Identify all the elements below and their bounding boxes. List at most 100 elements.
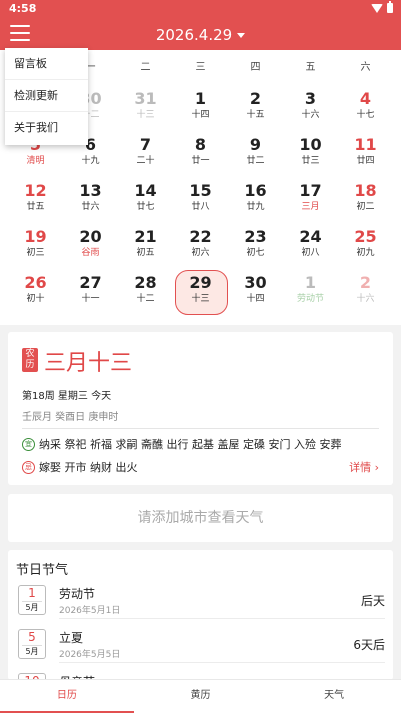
lunar-day: 十一 [81, 294, 100, 304]
day-number: 30 [244, 273, 267, 292]
festival-item[interactable]: 5 5月 立夏 2026年5月5日 6天后 [8, 626, 393, 663]
day-cell[interactable]: 10 廿三 [283, 131, 338, 177]
festival-day: 1 [28, 586, 36, 600]
festival-item[interactable]: 1 5月 劳动节 2026年5月1日 后天 [8, 582, 393, 619]
day-number: 18 [354, 181, 377, 200]
tab-weather[interactable]: 天气 [267, 680, 401, 713]
festival-section-title: 节日节气 [16, 563, 69, 578]
day-cell[interactable]: 18 初二 [338, 177, 393, 223]
add-city-weather[interactable]: 请添加城市查看天气 [8, 494, 393, 542]
lunar-day: 十九 [81, 156, 100, 166]
day-number: 25 [354, 227, 377, 246]
festival-date-box: 1 5月 [18, 585, 46, 615]
lunar-day: 劳动节 [296, 294, 324, 304]
lunar-day: 廿一 [191, 156, 210, 166]
day-number: 21 [134, 227, 157, 246]
day-cell[interactable]: 14 廿七 [118, 177, 173, 223]
day-number: 2 [359, 273, 372, 292]
overflow-menu: 留言板 检测更新 关于我们 [5, 48, 88, 145]
lunar-day: 十六 [356, 294, 375, 304]
day-cell[interactable]: 24 初八 [283, 223, 338, 269]
day-cell[interactable]: 23 初七 [228, 223, 283, 269]
day-cell[interactable]: 1 十四 [173, 85, 228, 131]
menu-item-about[interactable]: 关于我们 [5, 112, 88, 144]
day-cell[interactable]: 25 初九 [338, 223, 393, 269]
day-cell[interactable]: 27 十一 [63, 269, 118, 315]
day-cell[interactable]: 7 二十 [118, 131, 173, 177]
day-cell[interactable]: 2 十六 [338, 269, 393, 315]
bottom-nav: 日历 黄历 天气 [0, 679, 401, 713]
day-cell[interactable]: 4 十七 [338, 85, 393, 131]
lunar-day: 十七 [356, 110, 375, 120]
tab-almanac[interactable]: 黄历 [134, 680, 268, 713]
lunar-day: 十四 [246, 294, 265, 304]
day-cell[interactable]: 22 初六 [173, 223, 228, 269]
details-link[interactable]: 详情 › [349, 459, 379, 475]
yi-text: 纳采 祭祀 祈福 求嗣 斋醮 出行 起基 盖屋 定磉 安门 入殓 安葬 [39, 438, 342, 451]
lunar-day: 廿六 [81, 202, 100, 212]
day-cell[interactable]: 9 廿二 [228, 131, 283, 177]
festival-card: 节日节气 1 5月 劳动节 2026年5月1日 后天 5 5月 立夏 2026年… [8, 550, 393, 680]
weekday-label: 五 [305, 62, 316, 73]
day-cell[interactable]: 8 廿一 [173, 131, 228, 177]
day-number: 1 [194, 89, 207, 108]
day-number: 14 [134, 181, 157, 200]
divider [59, 618, 385, 619]
day-cell[interactable]: 13 廿六 [63, 177, 118, 223]
date-picker[interactable]: 2026.4.29 [0, 26, 401, 44]
day-cell[interactable]: 2 十五 [228, 85, 283, 131]
lunar-day: 十三 [191, 294, 210, 304]
lunar-day: 初七 [246, 248, 265, 258]
day-cell[interactable]: 3 十六 [283, 85, 338, 131]
lunar-day: 十四 [191, 110, 210, 120]
current-date: 2026.4.29 [155, 26, 233, 44]
day-number: 28 [134, 273, 157, 292]
week-info: 第18周 星期三 今天 [22, 391, 112, 402]
yi-row: 宜 纳采 祭祀 祈福 求嗣 斋醮 出行 起基 盖屋 定磉 安门 入殓 安葬 [22, 436, 341, 452]
tab-calendar[interactable]: 日历 [0, 680, 134, 713]
day-cell[interactable]: 1 劳动节 [283, 269, 338, 315]
day-cell[interactable]: 31 十三 [118, 85, 173, 131]
day-cell[interactable]: 26 初十 [8, 269, 63, 315]
lunar-day: 十五 [246, 110, 265, 120]
day-number: 7 [139, 135, 152, 154]
day-number: 3 [304, 89, 317, 108]
day-cell[interactable]: 20 谷雨 [63, 223, 118, 269]
menu-item-feedback[interactable]: 留言板 [5, 48, 88, 80]
battery-icon [387, 1, 393, 13]
lunar-day: 廿三 [301, 156, 320, 166]
lunar-day: 初九 [356, 248, 375, 258]
day-cell[interactable]: 17 三月 [283, 177, 338, 223]
lunar-day: 廿二 [246, 156, 265, 166]
app-header: 4:58 2026.4.29 [0, 0, 401, 50]
day-cell[interactable]: 15 廿八 [173, 177, 228, 223]
day-number: 11 [354, 135, 377, 154]
festival-month: 5月 [22, 645, 42, 658]
day-cell[interactable]: 28 十二 [118, 269, 173, 315]
day-number: 8 [194, 135, 207, 154]
chevron-down-icon [237, 33, 246, 38]
day-cell[interactable]: 30 十四 [228, 269, 283, 315]
day-number: 29 [189, 273, 212, 292]
day-number: 10 [299, 135, 322, 154]
weekday-label: 六 [360, 62, 371, 73]
lunar-day: 初十 [26, 294, 45, 304]
festival-name: 劳动节 [59, 587, 96, 601]
day-cell-selected[interactable]: 29 十三 [173, 269, 228, 315]
day-cell[interactable]: 16 廿九 [228, 177, 283, 223]
day-number: 24 [299, 227, 322, 246]
day-number: 26 [24, 273, 47, 292]
divider [59, 662, 385, 663]
wifi-icon [371, 3, 383, 13]
lunar-day: 初八 [301, 248, 320, 258]
day-number: 17 [299, 181, 322, 200]
festival-date-box: 5 5月 [18, 629, 46, 659]
lunar-day: 初三 [26, 248, 45, 258]
day-cell[interactable]: 12 廿五 [8, 177, 63, 223]
day-cell[interactable]: 19 初三 [8, 223, 63, 269]
day-cell[interactable]: 21 初五 [118, 223, 173, 269]
weekday-label: 四 [250, 62, 261, 73]
day-cell[interactable]: 11 廿四 [338, 131, 393, 177]
menu-item-check-update[interactable]: 检测更新 [5, 80, 88, 112]
lunar-day: 清明 [26, 156, 45, 166]
